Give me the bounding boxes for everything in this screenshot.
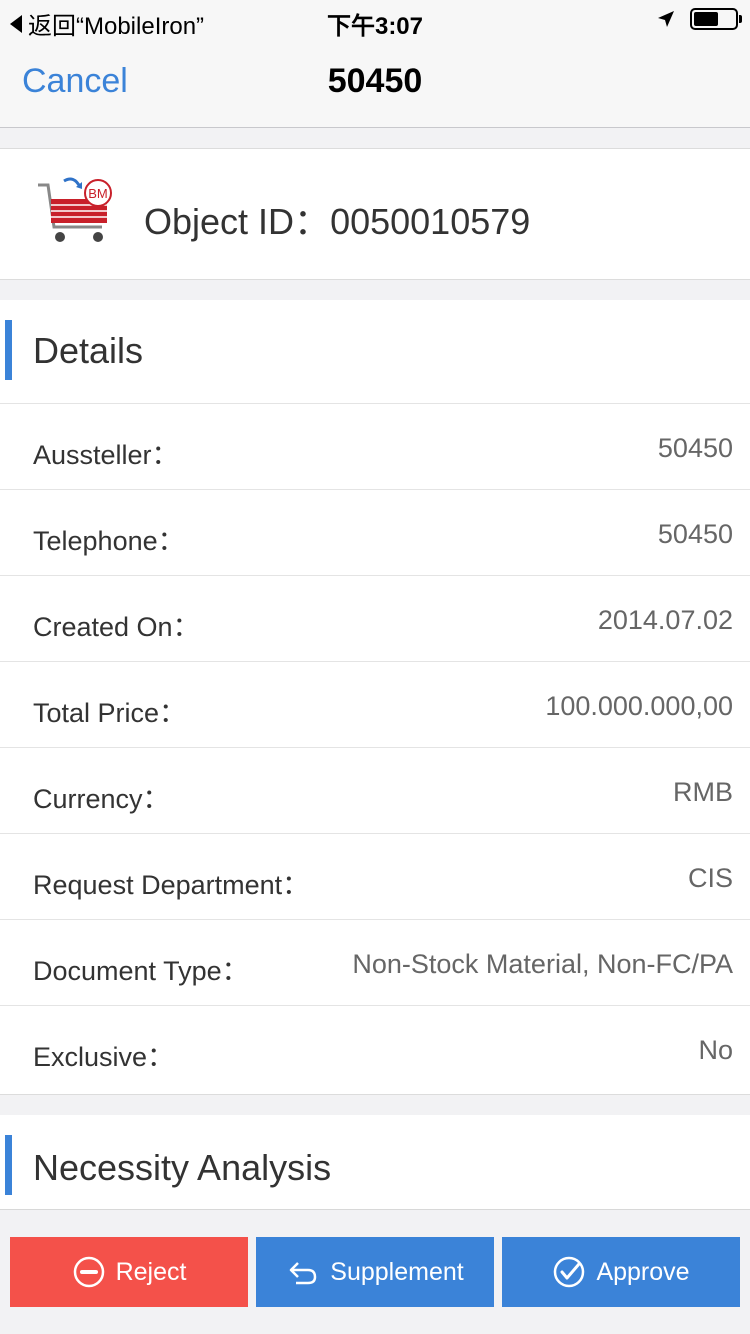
detail-label: Created On： [33, 612, 200, 642]
section-accent-bar [5, 320, 12, 380]
object-id-value: 0050010579 [330, 201, 531, 242]
approve-button[interactable]: Approve [502, 1237, 740, 1307]
battery-icon [690, 8, 742, 30]
object-id: Object ID：0050010579 [144, 193, 530, 245]
detail-value: 50450 [657, 433, 733, 463]
detail-label: Document Type： [33, 956, 249, 986]
reject-button[interactable]: Reject [10, 1237, 248, 1307]
details-header: Details [0, 300, 750, 404]
detail-label: Currency： [33, 784, 170, 814]
status-time: 下午3:07 [326, 13, 424, 40]
minus-circle-icon [73, 1256, 104, 1288]
object-id-label: Object ID： [144, 201, 331, 242]
status-indicators [656, 8, 742, 30]
supplement-button[interactable]: Supplement [256, 1237, 494, 1307]
detail-value: RMB [673, 777, 733, 807]
detail-value: 2014.07.02 [597, 605, 733, 635]
detail-label: Request Department： [33, 870, 310, 900]
detail-value: Non-Stock Material, Non-FC/PA [352, 949, 733, 979]
navigation-bar: Cancel 50450 [0, 40, 750, 128]
reject-label: Reject [115, 1257, 187, 1286]
detail-row-total-price: Total Price： 100.000.000,00 [0, 662, 750, 748]
detail-label: Total Price： [33, 698, 187, 728]
status-bar: 返回“MobileIron” 下午3:07 [0, 0, 750, 40]
necessity-title: Necessity Analysis [33, 1147, 332, 1188]
detail-row-telephone: Telephone： 50450 [0, 490, 750, 576]
approve-label: Approve [596, 1257, 690, 1286]
shopping-cart-icon: BM [38, 177, 112, 242]
section-accent-bar [5, 1135, 12, 1195]
detail-value: CIS [687, 863, 733, 893]
object-card: BM Object ID：0050010579 [0, 148, 750, 280]
cart-badge: BM [88, 186, 108, 201]
necessity-analysis-section[interactable]: Necessity Analysis [0, 1115, 750, 1209]
detail-row-created-on: Created On： 2014.07.02 [0, 576, 750, 662]
detail-value: No [698, 1035, 733, 1065]
location-arrow-icon [658, 11, 674, 27]
detail-row-request-department: Request Department： CIS [0, 834, 750, 920]
detail-value: 100.000.000,00 [545, 691, 733, 721]
details-section: Details Aussteller： 50450 Telephone： 504… [0, 300, 750, 1095]
detail-label: Telephone： [33, 526, 185, 556]
detail-row-exclusive: Exclusive： No [0, 1006, 750, 1092]
supplement-label: Supplement [330, 1257, 464, 1286]
action-bar: Reject Supplement Approve [0, 1209, 750, 1334]
detail-value: 50450 [657, 519, 733, 549]
details-title: Details [33, 330, 144, 371]
detail-row-document-type: Document Type： Non-Stock Material, Non-F… [0, 920, 750, 1006]
page-title: 50450 [327, 62, 423, 100]
detail-label: Aussteller： [33, 440, 179, 470]
detail-label: Exclusive： [33, 1042, 175, 1072]
detail-row-aussteller: Aussteller： 50450 [0, 404, 750, 490]
detail-row-currency: Currency： RMB [0, 748, 750, 834]
check-circle-icon [554, 1256, 585, 1288]
reply-arrow-icon [290, 1262, 317, 1285]
